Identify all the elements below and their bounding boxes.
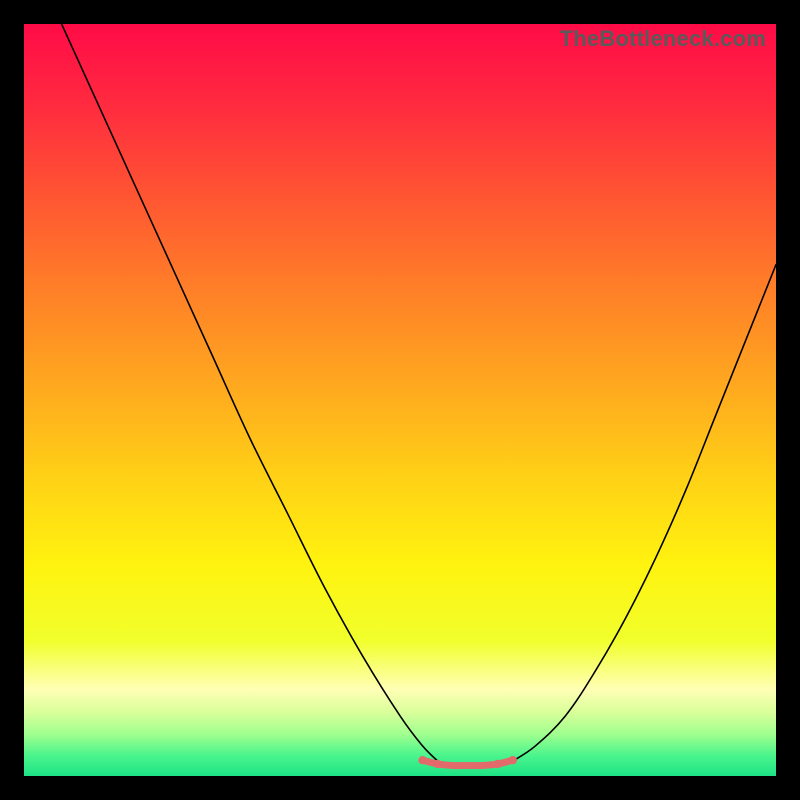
series-left-curve <box>62 24 438 761</box>
marker-dot <box>433 760 441 768</box>
curve-layer <box>24 24 776 776</box>
series-right-curve <box>513 265 776 761</box>
marker-dot <box>418 756 426 764</box>
watermark-text: TheBottleneck.com <box>560 26 766 52</box>
marker-dot <box>509 756 517 764</box>
marker-dot <box>494 760 502 768</box>
plot-area: TheBottleneck.com <box>24 24 776 776</box>
chart-frame: TheBottleneck.com <box>0 0 800 800</box>
